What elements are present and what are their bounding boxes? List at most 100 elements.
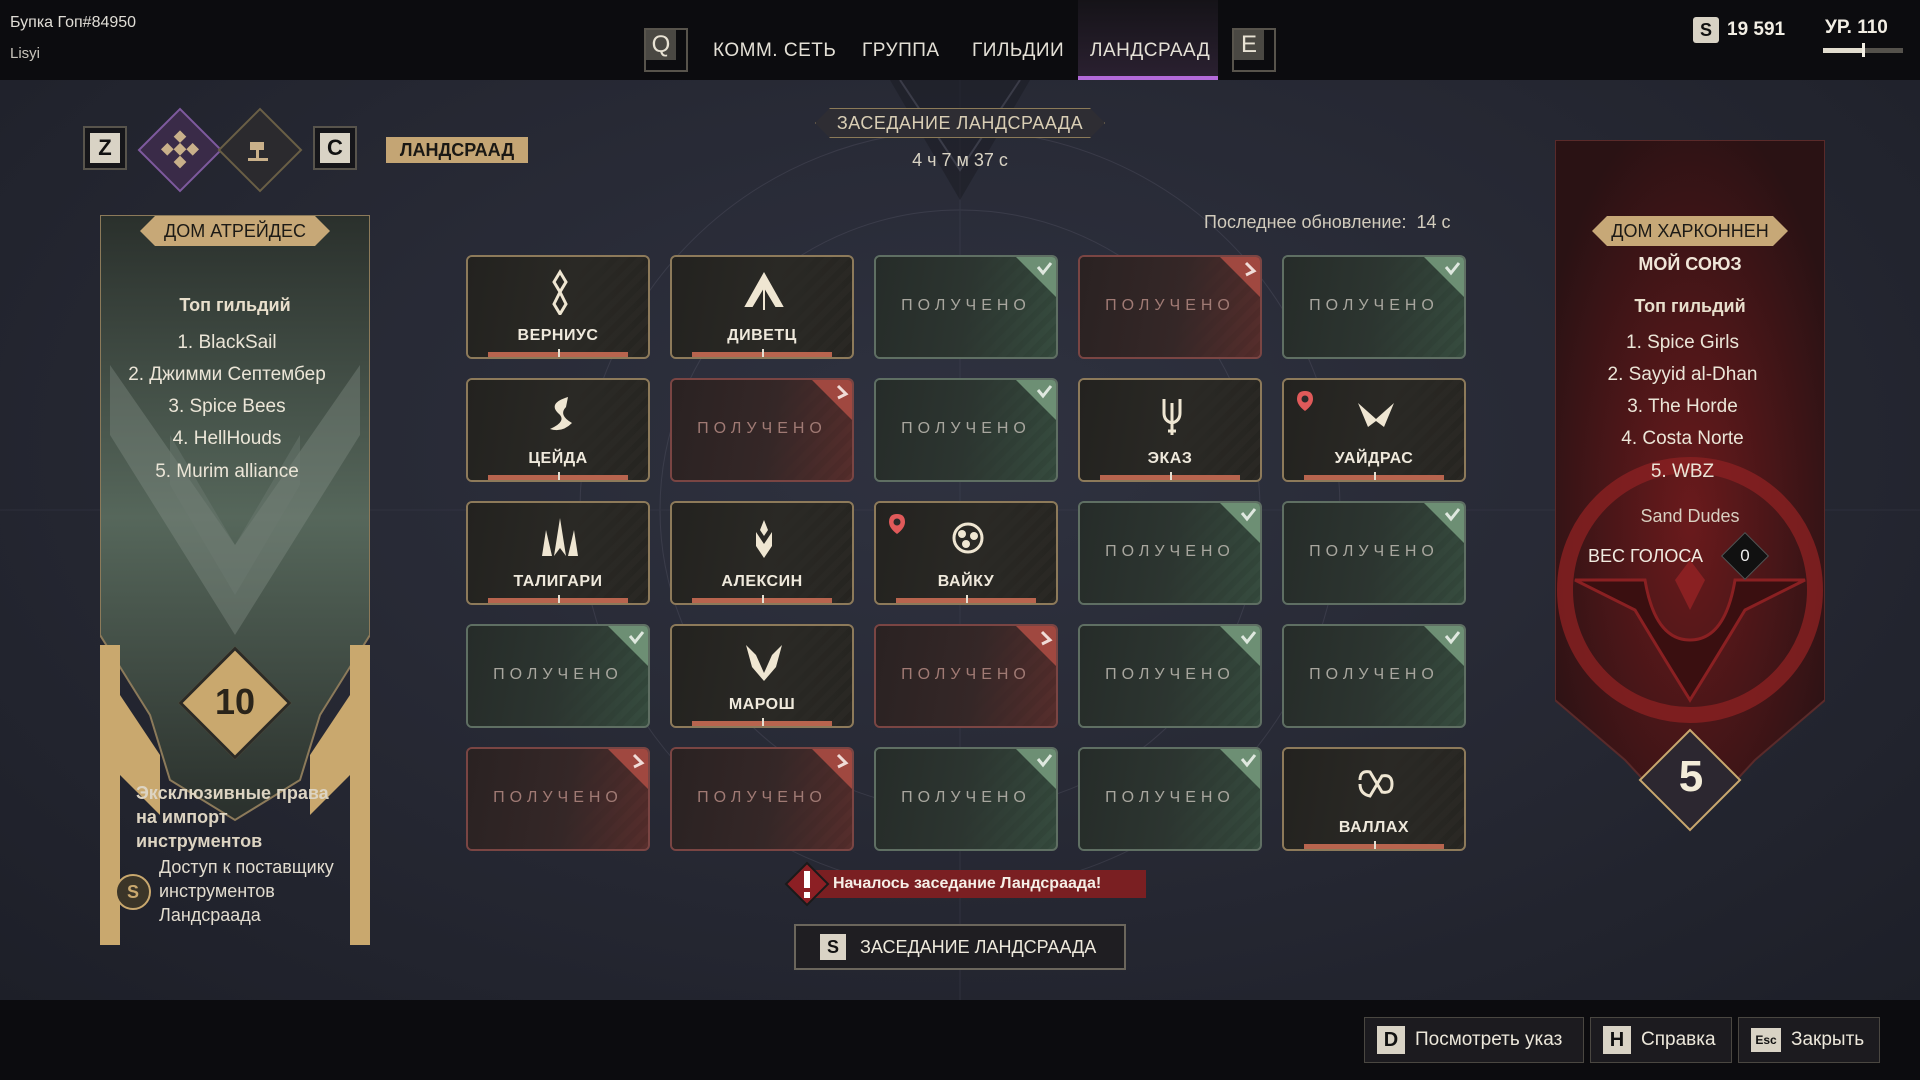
alexin-icon — [756, 520, 772, 558]
left-guild-1: 1. BlackSail — [177, 332, 277, 353]
tile-label: ВАЛЛАХ — [1338, 819, 1410, 836]
faction-tile[interactable]: ПОЛУЧЕНО — [874, 624, 1058, 728]
last-update-value: 14 с — [1416, 212, 1451, 232]
alert-pin-icon — [889, 514, 905, 534]
level-progress-fill — [1823, 48, 1863, 53]
view-decree-button[interactable]: D Посмотреть указ — [1364, 1017, 1584, 1063]
check-corner-icon — [1016, 380, 1056, 420]
level-progress-marker — [1862, 43, 1865, 57]
faction-tile[interactable]: УАЙДРАС — [1282, 378, 1466, 482]
right-top-guilds-heading: Топ гильдий — [1634, 296, 1746, 316]
vernius-icon — [552, 269, 568, 315]
next-tab-key[interactable]: E — [1232, 28, 1276, 72]
close-button[interactable]: Esc Закрыть — [1738, 1017, 1880, 1063]
faction-tile[interactable]: ТАЛИГАРИ — [466, 501, 650, 605]
key-h-label: H — [1603, 1026, 1631, 1054]
right-house-subtitle: МОЙ СОЮЗ — [1638, 254, 1742, 274]
tile-status: ПОЛУЧЕНО — [1105, 666, 1235, 683]
tile-label: ЭКАЗ — [1147, 450, 1193, 467]
check-corner-icon — [1220, 749, 1260, 789]
tile-progress-bar — [1304, 841, 1444, 849]
faction-tile[interactable]: АЛЕКСИН — [670, 501, 854, 605]
help-button[interactable]: H Справка — [1590, 1017, 1732, 1063]
my-guild-name: Sand Dudes — [1640, 506, 1740, 526]
tile-status: ПОЛУЧЕНО — [493, 789, 623, 806]
faction-tile[interactable]: ВАЙКУ — [874, 501, 1058, 605]
key-z-label: Z — [90, 133, 120, 163]
help-label: Справка — [1641, 1029, 1716, 1050]
faction-tile[interactable]: ЭКАЗ — [1078, 378, 1262, 482]
player-level: УР. 110 — [1825, 17, 1888, 38]
tile-status: ПОЛУЧЕНО — [1105, 543, 1235, 560]
faction-tile[interactable]: ПОЛУЧЕНО — [874, 378, 1058, 482]
check-corner-icon — [1424, 503, 1464, 543]
right-guild-2: 2. Sayyid al-Dhan — [1607, 364, 1758, 385]
key-esc-label: Esc — [1751, 1028, 1781, 1052]
left-guild-5: 5. Murim alliance — [155, 461, 299, 482]
tile-status: ПОЛУЧЕНО — [901, 789, 1031, 806]
faction-tile[interactable]: ПОЛУЧЕНО — [1078, 255, 1262, 359]
faction-tile[interactable]: ЦЕЙДА — [466, 378, 650, 482]
faction-tile[interactable]: ДИВЕТЦ — [670, 255, 854, 359]
faction-tile[interactable]: ПОЛУЧЕНО — [1282, 255, 1466, 359]
tile-label: ТАЛИГАРИ — [513, 573, 603, 590]
faction-tile[interactable]: ПОЛУЧЕНО — [466, 624, 650, 728]
tile-label: УАЙДРАС — [1334, 450, 1414, 467]
check-corner-icon — [1220, 626, 1260, 666]
tile-label: ДИВЕТЦ — [727, 327, 797, 344]
tile-status: ПОЛУЧЕНО — [493, 666, 623, 683]
return-corner-icon — [812, 380, 852, 420]
vote-weight-label: ВЕС ГОЛОСА — [1588, 546, 1703, 566]
faction-tile[interactable]: ПОЛУЧЕНО — [1078, 624, 1262, 728]
faction-tile[interactable]: ПОЛУЧЕНО — [1282, 501, 1466, 605]
tile-progress-bar — [488, 349, 628, 357]
tab-landsraad[interactable]: ЛАНДСРААД — [1090, 40, 1210, 62]
right-guild-5: 5. WBZ — [1650, 461, 1715, 482]
faction-tile[interactable]: ПОЛУЧЕНО — [874, 255, 1058, 359]
tab-guilds[interactable]: ГИЛЬДИИ — [972, 40, 1064, 62]
prev-section-key[interactable]: Z — [83, 126, 127, 170]
left-perk-title: Эксклюзивные права на импорт инструменто… — [136, 783, 329, 851]
left-guild-3: 3. Spice Bees — [168, 396, 286, 417]
faction-tile[interactable]: ВЕРНИУС — [466, 255, 650, 359]
key-c-label: C — [320, 133, 350, 163]
tile-progress-bar — [896, 595, 1036, 603]
alert-text: Началось заседание Ландсраада! — [833, 875, 1102, 892]
tab-comm-network[interactable]: КОММ. СЕТЬ — [713, 40, 836, 62]
left-guild-4: 4. HellHouds — [172, 428, 282, 449]
top-bar: Бупка Гоп#84950 Lisyi Q КОММ. СЕТЬ ГРУПП… — [0, 0, 1920, 80]
key-s-label: S — [820, 934, 846, 960]
faction-tile[interactable]: ПОЛУЧЕНО — [1282, 624, 1466, 728]
faction-tile[interactable]: ПОЛУЧЕНО — [670, 747, 854, 851]
left-house-banner: ДОМ АТРЕЙДЕС — [140, 216, 330, 246]
faction-tile[interactable]: МАРОШ — [670, 624, 854, 728]
last-update-label: Последнее обновление: — [1204, 212, 1407, 232]
tile-status: ПОЛУЧЕНО — [697, 789, 827, 806]
tseida-icon — [550, 397, 572, 431]
tab-group[interactable]: ГРУППА — [862, 40, 940, 62]
user-name: Бупка Гоп#84950 — [10, 14, 137, 31]
prev-tab-key[interactable]: Q — [644, 28, 688, 72]
solari-currency: S 19 591 — [1693, 17, 1785, 43]
right-guild-4: 4. Costa Norte — [1621, 428, 1744, 449]
solari-value: 19 591 — [1727, 19, 1786, 40]
faction-tile[interactable]: ПОЛУЧЕНО — [874, 747, 1058, 851]
faction-tile[interactable]: ПОЛУЧЕНО — [466, 747, 650, 851]
checker-icon — [160, 130, 200, 169]
left-guild-2: 2. Джимми Септембер — [128, 364, 326, 385]
landsraad-session-button[interactable]: S ЗАСЕДАНИЕ ЛАНДСРААДА — [794, 924, 1126, 970]
solari-icon: S — [1693, 17, 1719, 43]
key-q-label: Q — [646, 30, 676, 60]
user-subtitle: Lisyi — [10, 45, 41, 62]
tile-status: ПОЛУЧЕНО — [1309, 543, 1439, 560]
tile-progress-bar — [488, 595, 628, 603]
faction-tile[interactable]: ПОЛУЧЕНО — [1078, 747, 1262, 851]
faction-tile[interactable]: ПОЛУЧЕНО — [1078, 501, 1262, 605]
vendor-coin-icon: S — [115, 874, 151, 910]
tile-status: ПОЛУЧЕНО — [1309, 297, 1439, 314]
tile-progress-bar — [1304, 472, 1444, 480]
faction-tile[interactable]: ПОЛУЧЕНО — [670, 378, 854, 482]
faction-tile[interactable]: ВАЛЛАХ — [1282, 747, 1466, 851]
next-section-key[interactable]: C — [313, 126, 357, 170]
left-house-title: ДОМ АТРЕЙДЕС — [164, 220, 306, 241]
